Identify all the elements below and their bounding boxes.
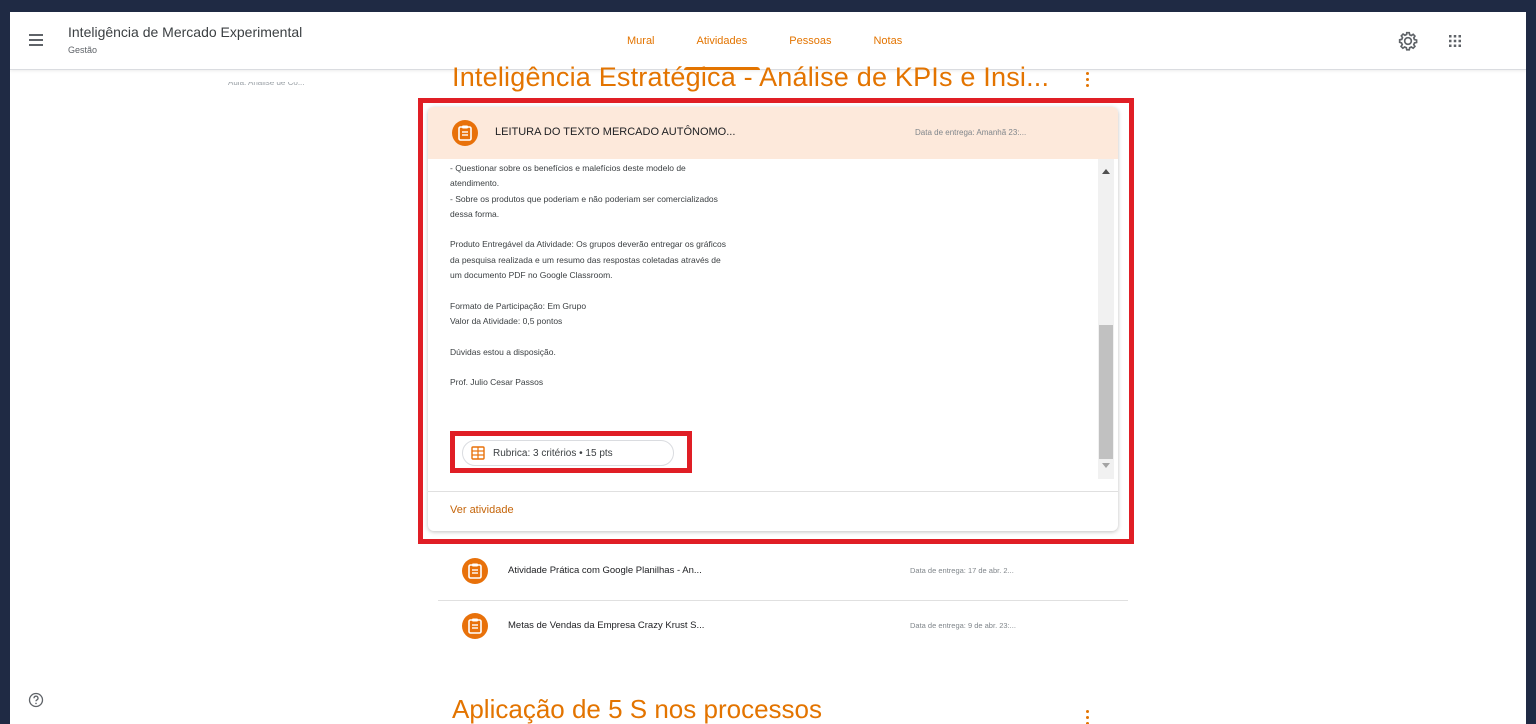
classroom-window: Inteligência de Mercado Experimental Ges… [10, 12, 1526, 724]
description-line: Formato de Participação: Em Grupo [450, 300, 587, 311]
apps-grid-icon[interactable] [1446, 32, 1464, 50]
scroll-up-arrow-icon[interactable] [1102, 169, 1110, 174]
assignment-footer: Ver atividade [428, 491, 1118, 531]
sidebar-topic-link[interactable]: Aula: Análise de Co... [228, 82, 305, 87]
description-line: Produto Entregável da Atividade: Os grup… [450, 239, 726, 250]
assignment-row[interactable]: Atividade Prática com Google Planilhas -… [438, 549, 1128, 593]
description-line [450, 222, 870, 237]
rubric-chip[interactable]: Rubrica: 3 critérios • 15 pts [462, 440, 674, 466]
next-topic-title: Aplicação de 5 S nos processos [452, 694, 822, 724]
row-divider [438, 600, 1128, 601]
assignment-description: - Questionar sobre os benefícios e malef… [450, 161, 870, 390]
assignment-row-title: Atividade Prática com Google Planilhas -… [508, 565, 702, 576]
topic-more-icon[interactable] [1082, 68, 1094, 92]
assignment-row[interactable]: Metas de Vendas da Empresa Crazy Krust S… [438, 604, 1128, 648]
description-line: Prof. Julio Cesar Passos [450, 377, 544, 388]
assignment-row-title: Metas de Vendas da Empresa Crazy Krust S… [508, 620, 705, 631]
assignment-header[interactable]: LEITURA DO TEXTO MERCADO AUTÔNOMO... Dat… [428, 107, 1118, 159]
help-icon[interactable] [28, 692, 44, 708]
description-line: atendimento. [450, 178, 500, 189]
description-line: da pesquisa realizada e um resumo das re… [450, 254, 721, 265]
class-title[interactable]: Inteligência de Mercado Experimental [68, 24, 302, 40]
assignment-icon [462, 613, 488, 639]
description-line [450, 360, 870, 375]
description-line [450, 283, 870, 298]
view-activity-link[interactable]: Ver atividade [450, 504, 514, 516]
description-scrollbar[interactable] [1098, 159, 1114, 479]
description-line: - Sobre os produtos que poderiam e não p… [450, 193, 718, 204]
assignment-description-area: - Questionar sobre os benefícios e malef… [428, 159, 1118, 479]
next-topic-more-icon[interactable] [1082, 706, 1094, 724]
description-line: Dúvidas estou a disposição. [450, 346, 556, 357]
expanded-assignment-card: LEITURA DO TEXTO MERCADO AUTÔNOMO... Dat… [428, 107, 1118, 531]
rubric-label: Rubrica: 3 critérios • 15 pts [493, 448, 613, 459]
description-line [450, 329, 870, 344]
description-line: um documento PDF no Google Classroom. [450, 270, 613, 281]
description-line: Valor da Atividade: 0,5 pontos [450, 315, 563, 326]
assignment-row-due: Data de entrega: 9 de abr. 23:... [910, 621, 1016, 630]
rubric-icon [471, 446, 485, 460]
class-subtitle: Gestão [68, 45, 98, 55]
assignment-title: LEITURA DO TEXTO MERCADO AUTÔNOMO... [495, 126, 736, 138]
topic-title: Inteligência Estratégica - Análise de KP… [452, 62, 1050, 92]
assignment-icon [452, 120, 478, 146]
assignment-due-date: Data de entrega: Amanhã 23:... [915, 128, 1027, 137]
assignment-row-due: Data de entrega: 17 de abr. 2... [910, 566, 1014, 575]
description-line: dessa forma. [450, 208, 500, 219]
assignment-icon [462, 558, 488, 584]
scrollbar-thumb[interactable] [1099, 325, 1113, 459]
description-line: - Questionar sobre os benefícios e malef… [450, 163, 686, 173]
gear-icon[interactable] [1398, 31, 1418, 51]
menu-icon[interactable] [26, 28, 50, 52]
scroll-down-arrow-icon[interactable] [1102, 463, 1110, 468]
